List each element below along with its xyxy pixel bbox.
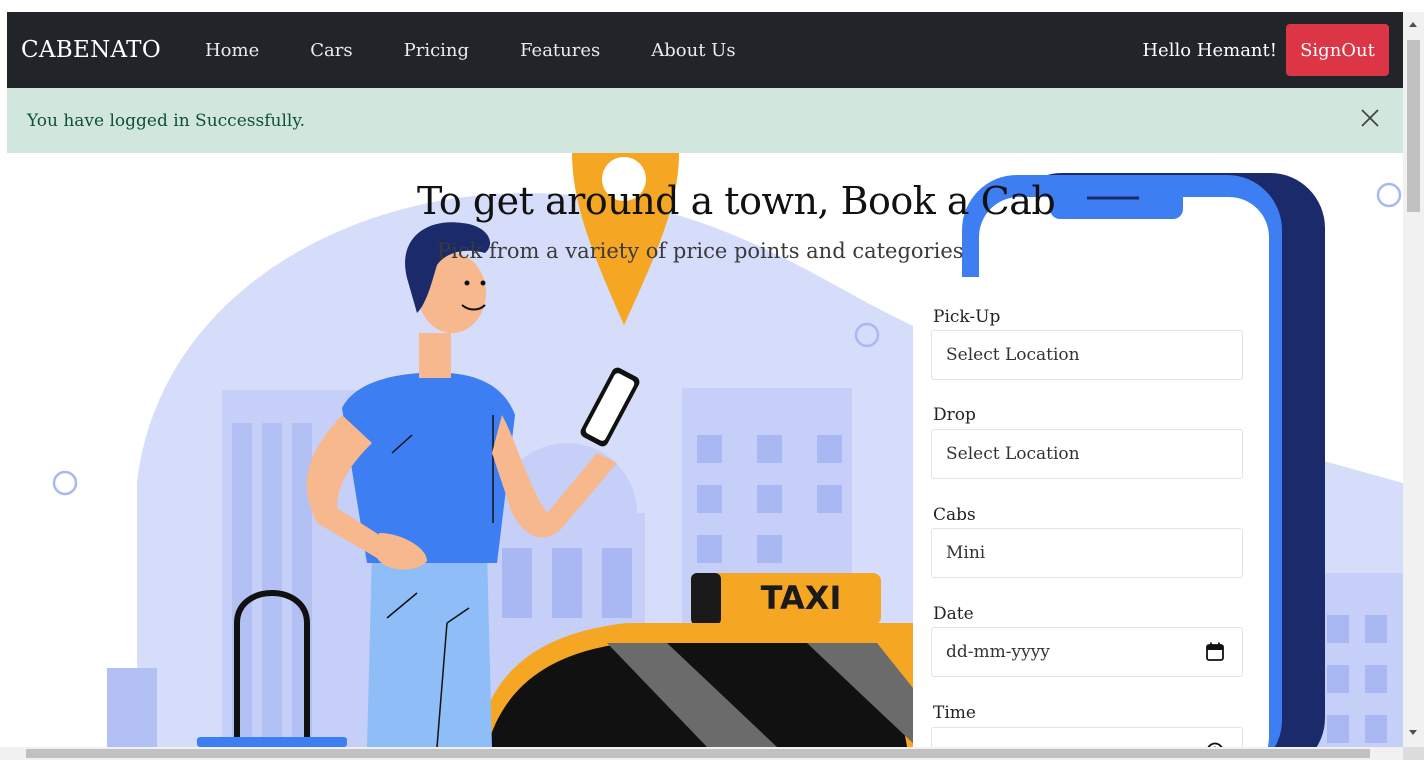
- nav-link-pricing[interactable]: Pricing: [404, 40, 469, 61]
- cabs-label: Cabs: [933, 505, 976, 525]
- pickup-select[interactable]: Select Location: [931, 330, 1243, 380]
- drop-label: Drop: [933, 405, 976, 425]
- nav-link-cars[interactable]: Cars: [310, 40, 352, 61]
- nav-link-features[interactable]: Features: [520, 40, 600, 61]
- time-label: Time: [933, 703, 976, 723]
- alert-message: You have logged in Successfully.: [27, 110, 306, 131]
- taxi-sign-text: TAXI: [761, 579, 842, 617]
- calendar-icon[interactable]: [1206, 642, 1224, 661]
- hero-subtitle: Pick from a variety of price points and …: [437, 239, 964, 263]
- nav-link-about-us[interactable]: About Us: [651, 40, 735, 61]
- scroll-down-arrow-icon[interactable]: [1409, 730, 1417, 735]
- drop-value: Select Location: [946, 444, 1080, 464]
- nav-user-area: Hello Hemant! SignOut: [1142, 24, 1389, 76]
- taxi-sign: TAXI: [761, 579, 842, 617]
- pickup-label: Pick-Up: [933, 307, 1001, 327]
- pickup-value: Select Location: [946, 345, 1080, 365]
- vertical-scrollbar-thumb[interactable]: [1407, 40, 1420, 212]
- booking-form: Pick-Up Select Location Drop Select Loca…: [913, 277, 1268, 747]
- drop-select[interactable]: Select Location: [931, 429, 1243, 479]
- vertical-scrollbar[interactable]: [1403, 12, 1424, 747]
- date-placeholder: dd-mm-yyyy: [946, 642, 1050, 662]
- success-alert: You have logged in Successfully.: [7, 88, 1403, 153]
- nav-links: Home Cars Pricing Features About Us: [205, 40, 787, 61]
- scrollbar-corner: [1403, 747, 1424, 760]
- date-input[interactable]: dd-mm-yyyy: [931, 627, 1243, 677]
- scroll-up-arrow-icon[interactable]: [1409, 22, 1417, 27]
- nav-link-home[interactable]: Home: [205, 40, 259, 61]
- browser-viewport: CABENATO Home Cars Pricing Features Abou…: [0, 0, 1424, 760]
- user-greeting: Hello Hemant!: [1142, 39, 1277, 61]
- cabs-select[interactable]: Mini: [931, 528, 1243, 578]
- horizontal-scrollbar[interactable]: [0, 747, 1403, 760]
- navbar: CABENATO Home Cars Pricing Features Abou…: [7, 12, 1403, 88]
- cabs-value: Mini: [946, 543, 986, 563]
- date-label: Date: [933, 604, 974, 624]
- hero-section: To get around a town, Book a Cab Pick fr…: [7, 153, 1403, 747]
- hero-title: To get around a town, Book a Cab: [417, 179, 1056, 223]
- time-input[interactable]: [931, 727, 1243, 747]
- horizontal-scrollbar-thumb[interactable]: [26, 749, 1370, 758]
- close-icon[interactable]: [1357, 105, 1383, 131]
- brand-logo[interactable]: CABENATO: [21, 37, 161, 63]
- signout-button[interactable]: SignOut: [1286, 24, 1389, 76]
